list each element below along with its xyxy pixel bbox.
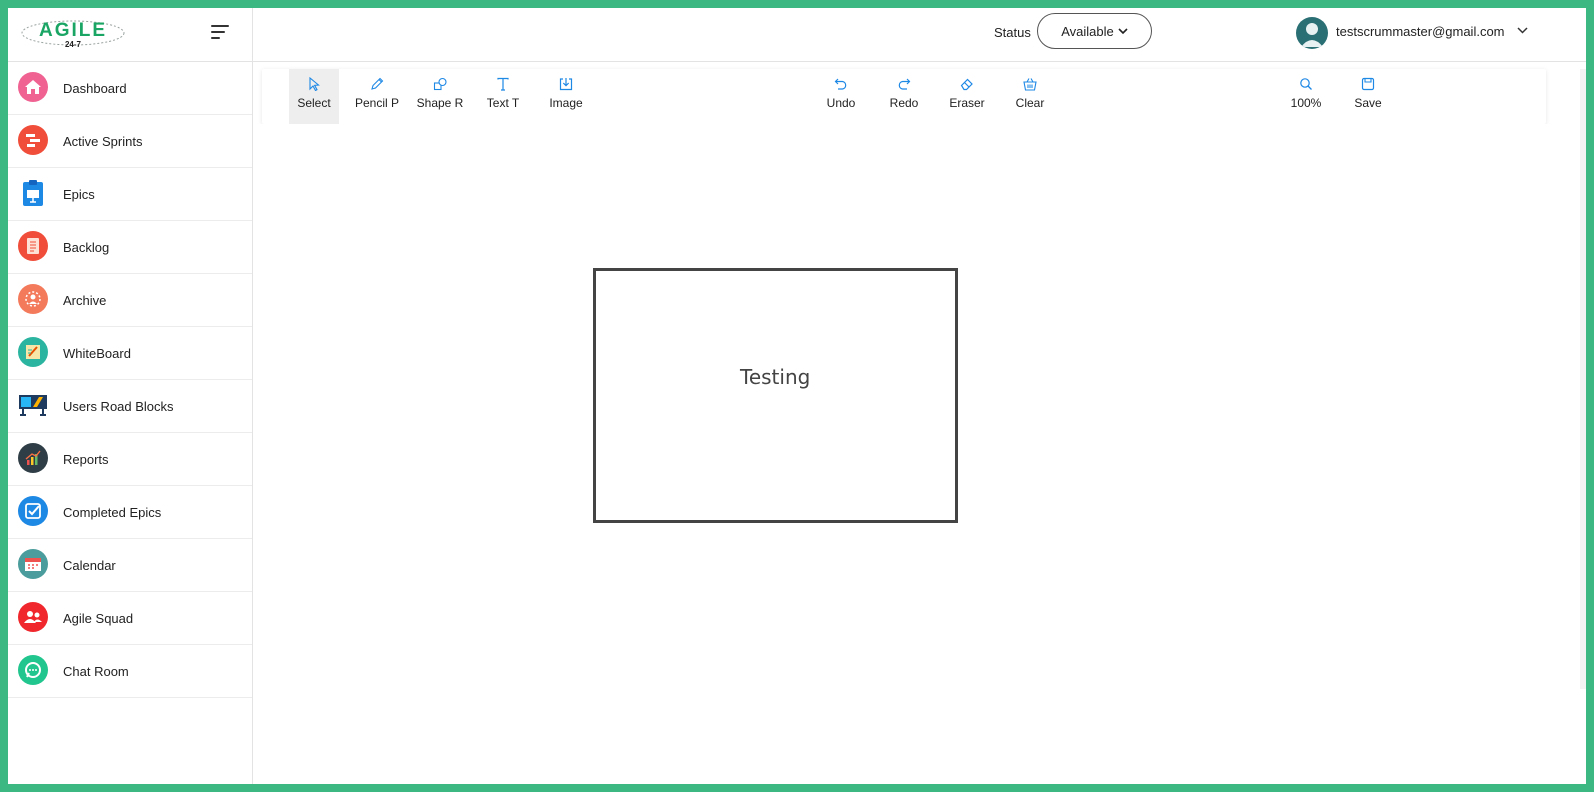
pencil-tool-button[interactable]: Pencil P [352,69,402,124]
sidebar-item-label: Active Sprints [63,133,143,149]
home-icon [18,72,48,102]
chevron-down-icon[interactable] [1517,27,1528,34]
save-icon [1361,77,1375,91]
sidebar-item-active-sprints[interactable]: Active Sprints [8,115,252,168]
chat-icon [18,655,48,685]
logo-main-text: AGILE [39,20,107,41]
image-upload-icon [559,77,573,91]
top-header: Status Available testscrummaster@gmail.c… [253,8,1586,62]
sidebar-item-label: WhiteBoard [63,345,131,361]
sidebar-item-label: Calendar [63,557,116,573]
status-value: Available [1061,23,1114,39]
shapes-icon [433,77,448,91]
user-avatar[interactable] [1296,17,1328,49]
tool-label: Select [297,96,331,110]
sidebar-item-dashboard[interactable]: Dashboard [8,62,252,115]
sidebar-item-label: Chat Room [63,663,129,679]
backlog-icon [18,231,48,261]
sidebar-item-reports[interactable]: Reports [8,433,252,486]
whiteboard-toolbar: Select Pencil P Shape R Text T Image Und… [262,69,1546,124]
sidebar-item-archive[interactable]: Archive [8,274,252,327]
sidebar-item-chat-room[interactable]: Chat Room [8,645,252,698]
tool-label: Redo [889,96,919,110]
basket-icon [1023,77,1037,91]
zoom-button[interactable]: 100% [1281,69,1331,124]
tool-label: Eraser [949,96,985,110]
completed-epics-icon [18,496,48,526]
sidebar-item-label: Completed Epics [63,504,162,520]
canvas-rectangle-shape[interactable] [593,268,958,523]
sidebar-item-users-road-blocks[interactable]: Users Road Blocks [8,380,252,433]
sprints-icon [18,125,48,155]
undo-button[interactable]: Undo [816,69,866,124]
calendar-icon [18,549,48,579]
menu-toggle-icon[interactable] [211,25,231,41]
scrollbar[interactable] [1580,69,1586,689]
tool-label: Text T [486,96,520,110]
sidebar-item-whiteboard[interactable]: WhiteBoard [8,327,252,380]
eraser-tool-button[interactable]: Eraser [942,69,992,124]
roadblocks-icon [18,390,48,420]
eraser-icon [960,77,974,91]
sidebar-item-calendar[interactable]: Calendar [8,539,252,592]
tool-label: Image [549,96,583,110]
user-email[interactable]: testscrummaster@gmail.com [1336,24,1505,39]
sidebar-item-label: Archive [63,292,107,308]
select-tool-button[interactable]: Select [289,69,339,124]
tool-label: Pencil P [354,96,400,110]
sidebar-item-label: Epics [63,186,95,202]
pencil-icon [370,77,384,91]
sidebar-item-agile-squad[interactable]: Agile Squad [8,592,252,645]
sidebar-item-backlog[interactable]: Backlog [8,221,252,274]
redo-icon [897,77,911,91]
app-window: AGILE 24-7 Dashboard Active Sprints Epic… [8,8,1586,784]
text-icon [496,77,510,91]
sidebar-item-label: Dashboard [63,80,127,96]
sidebar-item-label: Backlog [63,239,110,255]
sidebar-item-label: Agile Squad [63,610,134,626]
squad-icon [18,602,48,632]
brand-bar: AGILE 24-7 [8,8,252,62]
status-label: Status [994,25,1031,40]
status-dropdown[interactable]: Available [1037,13,1152,49]
tool-label: Undo [826,96,856,110]
tool-label: Shape R [416,96,464,110]
zoom-level: 100% [1290,96,1322,110]
image-tool-button[interactable]: Image [541,69,591,124]
tool-label: Save [1354,96,1382,110]
search-icon [1299,77,1313,91]
whiteboard-icon [18,337,48,367]
logo-sub-text: 24-7 [65,40,82,49]
agile-logo[interactable]: AGILE 24-7 [20,16,126,50]
redo-button[interactable]: Redo [879,69,929,124]
sidebar-item-label: Users Road Blocks [63,398,174,414]
reports-icon [18,443,48,473]
sidebar-item-epics[interactable]: Epics [8,168,252,221]
tool-label: Clear [1015,96,1045,110]
cursor-icon [308,77,320,91]
sidebar: AGILE 24-7 Dashboard Active Sprints Epic… [8,8,253,784]
text-tool-button[interactable]: Text T [478,69,528,124]
epics-icon [18,178,48,208]
shape-tool-button[interactable]: Shape R [415,69,465,124]
sidebar-item-label: Reports [63,451,109,467]
archive-icon [18,284,48,314]
sidebar-item-completed-epics[interactable]: Completed Epics [8,486,252,539]
clear-button[interactable]: Clear [1005,69,1055,124]
sidebar-nav: Dashboard Active Sprints Epics Backlog A… [8,62,252,698]
canvas-text[interactable]: Testing [740,365,810,389]
save-button[interactable]: Save [1343,69,1393,124]
chevron-down-icon [1118,27,1128,34]
undo-icon [834,77,848,91]
